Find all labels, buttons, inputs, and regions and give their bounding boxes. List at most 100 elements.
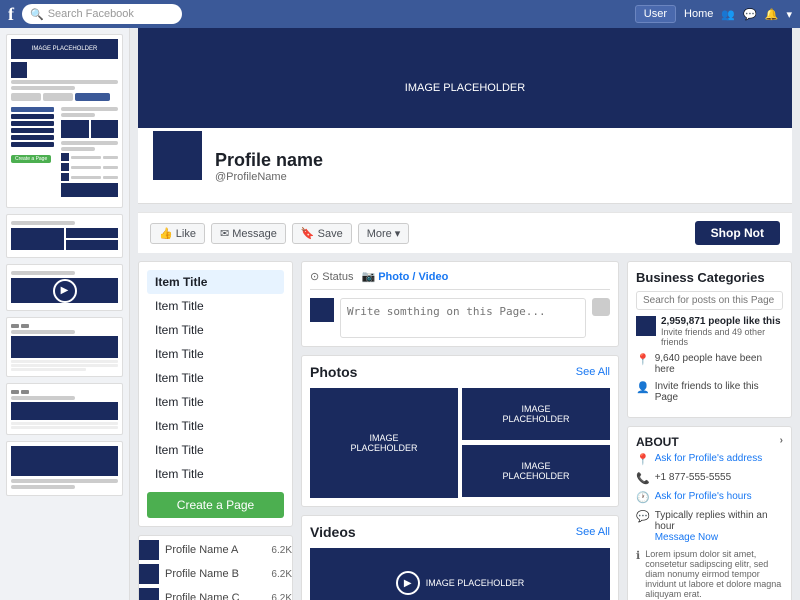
search-bar[interactable]: 🔍 Search Facebook (22, 4, 182, 24)
about-card: ABOUT › 📍 Ask for Profile's address 📞 +1… (627, 426, 792, 600)
video-text: IMAGE PLACEHOLDER (426, 578, 525, 588)
profile-left-nav: Item Title Item Title Item Title Item Ti… (138, 261, 293, 600)
menu-item-6[interactable]: Item Title (147, 414, 284, 438)
status-tab[interactable]: ⊙ Status (310, 270, 353, 283)
wf-post-img (11, 336, 118, 358)
menu-item-2[interactable]: Item Title (147, 318, 284, 342)
more-icon: ▾ (786, 8, 792, 21)
save-button[interactable]: 🔖 Save (292, 223, 352, 244)
phone-row: 📞 +1 877-555-5555 (636, 472, 783, 485)
wf-photos (61, 120, 118, 138)
wf-profile (61, 153, 118, 161)
play-button[interactable]: ▶ (396, 571, 420, 595)
photo-large: IMAGEPLACEHOLDER (310, 388, 458, 498)
wf-shop-btn (75, 93, 110, 101)
wf-av (61, 173, 69, 181)
wf-line (11, 330, 75, 334)
info-icon-about: ℹ (636, 549, 640, 562)
more-button[interactable]: More ▾ (358, 223, 410, 244)
hours-icon: 🕐 (636, 491, 650, 504)
create-page-button[interactable]: Create a Page (147, 492, 284, 518)
photos-see-all[interactable]: See All (576, 366, 610, 378)
menu-item-0[interactable]: Item Title (147, 270, 284, 294)
home-label[interactable]: Home (684, 8, 713, 20)
wf-line (11, 271, 75, 275)
photo-small-2: IMAGEPLACEHOLDER (462, 445, 610, 497)
center-feed: ⊙ Status 📷 Photo / Video Photos See All (301, 261, 619, 600)
profile-menu-card: Item Title Item Title Item Title Item Ti… (138, 261, 293, 527)
wf-line (11, 479, 118, 483)
wf-menu (11, 142, 54, 147)
wf-large-img (11, 446, 118, 476)
invite-info: 👤 Invite friends to like this Page (636, 381, 783, 403)
address-link[interactable]: Ask for Profile's address (655, 453, 763, 464)
action-buttons-row: 👍 Like ✉ Message 🔖 Save More ▾ Shop Not (138, 212, 792, 253)
wf-menu (11, 121, 54, 126)
response-block: Typically replies within an hour Message… (655, 510, 783, 543)
photo-video-tab[interactable]: 📷 Photo / Video (361, 270, 448, 283)
composer-settings[interactable] (592, 298, 610, 316)
menu-item-1[interactable]: Item Title (147, 294, 284, 318)
notifications-icon: 🔔 (765, 8, 779, 21)
menu-item-5[interactable]: Item Title (147, 390, 284, 414)
wf-menu (11, 114, 54, 119)
menu-item-4[interactable]: Item Title (147, 366, 284, 390)
people-row-1: Profile Name B 6.2K (139, 564, 292, 584)
photo-small-1: IMAGEPLACEHOLDER (462, 388, 610, 440)
wf-photos-2 (11, 228, 118, 250)
post-composer: ⊙ Status 📷 Photo / Video (301, 261, 619, 347)
profile-name: Profile name (215, 150, 780, 171)
menu-item-7[interactable]: Item Title (147, 438, 284, 462)
videos-title: Videos (310, 524, 356, 540)
biz-categories-card: Business Categories 2,959,871 people lik… (627, 261, 792, 418)
response-row: 💬 Typically replies within an hour Messa… (636, 510, 783, 543)
user-button[interactable]: User (635, 5, 676, 23)
wf-menu (11, 107, 54, 112)
composer-avatar (310, 298, 334, 322)
wf-post-txt (11, 422, 118, 425)
wf-txt (71, 166, 101, 169)
wf-txt (71, 156, 101, 159)
photos-section-card: Photos See All IMAGEPLACEHOLDER IMAGEPLA… (301, 355, 619, 507)
wf-profile (61, 163, 118, 171)
wf-line (61, 113, 95, 117)
wf-card-2 (6, 214, 123, 258)
wf-play: ▶ (53, 279, 77, 303)
like-button[interactable]: 👍 Like (150, 223, 205, 244)
message-button[interactable]: ✉ Message (211, 223, 286, 244)
left-sidebar: IMAGE PLACEHOLDER Create a Page (0, 28, 130, 600)
wf-card-6 (6, 441, 123, 496)
people-name: Profile Name A (165, 544, 238, 556)
message-now-link[interactable]: Message Now (655, 532, 718, 543)
menu-item-3[interactable]: Item Title (147, 342, 284, 366)
about-chevron[interactable]: › (780, 435, 783, 449)
people-row-0: Profile Name A 6.2K (139, 540, 292, 560)
location-icon: 📍 (636, 353, 650, 366)
hours-link[interactable]: Ask for Profile's hours (655, 491, 752, 502)
wf-av (61, 163, 69, 171)
profile-avatar-row: Profile name @ProfileName (150, 128, 780, 183)
profile-section: Profile name @ProfileName (138, 128, 792, 204)
videos-see-all[interactable]: See All (576, 526, 610, 538)
search-icon: 🔍 (30, 8, 44, 21)
video-placeholder: ▶ IMAGE PLACEHOLDER (310, 548, 610, 600)
wf-icon (21, 324, 29, 328)
center-content: IMAGE PLACEHOLDER Profile name @ProfileN… (130, 28, 800, 600)
menu-item-8[interactable]: Item Title (147, 462, 284, 486)
shop-now-button[interactable]: Shop Not (695, 221, 780, 245)
wf-line (11, 485, 75, 489)
wf-line (11, 396, 75, 400)
photos-title: Photos (310, 364, 357, 380)
people-like-text: 2,959,871 people like this Invite friend… (661, 316, 783, 347)
wf-cover-1: IMAGE PLACEHOLDER (11, 39, 118, 59)
wf-post-txt (11, 364, 118, 367)
people-avatar (139, 564, 159, 584)
composer-textarea[interactable] (340, 298, 586, 338)
biz-search-input[interactable] (636, 291, 783, 310)
wf-line (11, 221, 75, 225)
wf-line (61, 147, 95, 151)
wf-icons (11, 324, 118, 328)
people-like-card: Profile Name A 6.2K Profile Name B 6.2K … (138, 535, 293, 600)
friends-icon: 👥 (721, 8, 735, 21)
wf-video: ▶ (11, 278, 118, 303)
